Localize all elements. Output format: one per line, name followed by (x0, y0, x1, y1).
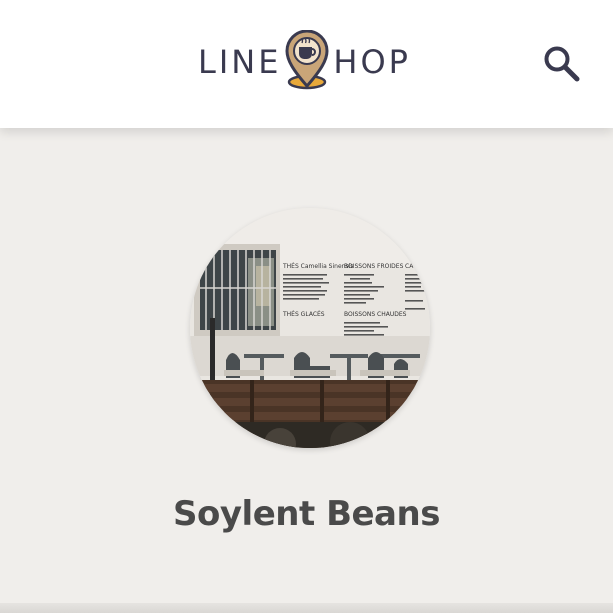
logo-text-left: LINE (198, 43, 282, 81)
app-header: LINE HOP (0, 0, 613, 128)
menu-heading-ca: CA (405, 263, 414, 270)
shop-name: Soylent Beans (173, 494, 440, 534)
logo-text-right: HOP (333, 43, 411, 81)
coffee-location-pin-icon (285, 30, 329, 90)
menu-heading-boissons-froides: BOISSONS FROIDES (344, 263, 404, 270)
cafe-storefront-image: THÉS Camellia Sinensis BOISSONS FROIDES … (190, 208, 430, 448)
section-divider (0, 603, 613, 613)
search-button[interactable] (540, 42, 584, 86)
shop-photo: THÉS Camellia Sinensis BOISSONS FROIDES … (190, 208, 430, 448)
shop-detail: THÉS Camellia Sinensis BOISSONS FROIDES … (0, 128, 613, 613)
search-icon (544, 46, 580, 82)
menu-heading-boissons-chaudes: BOISSONS CHAUDES (344, 311, 407, 318)
menu-heading-thes-glaces: THÉS GLACÉS (282, 310, 325, 318)
app-logo[interactable]: LINE HOP (198, 20, 411, 90)
menu-heading-thes: THÉS Camellia Sinensis (282, 262, 353, 270)
